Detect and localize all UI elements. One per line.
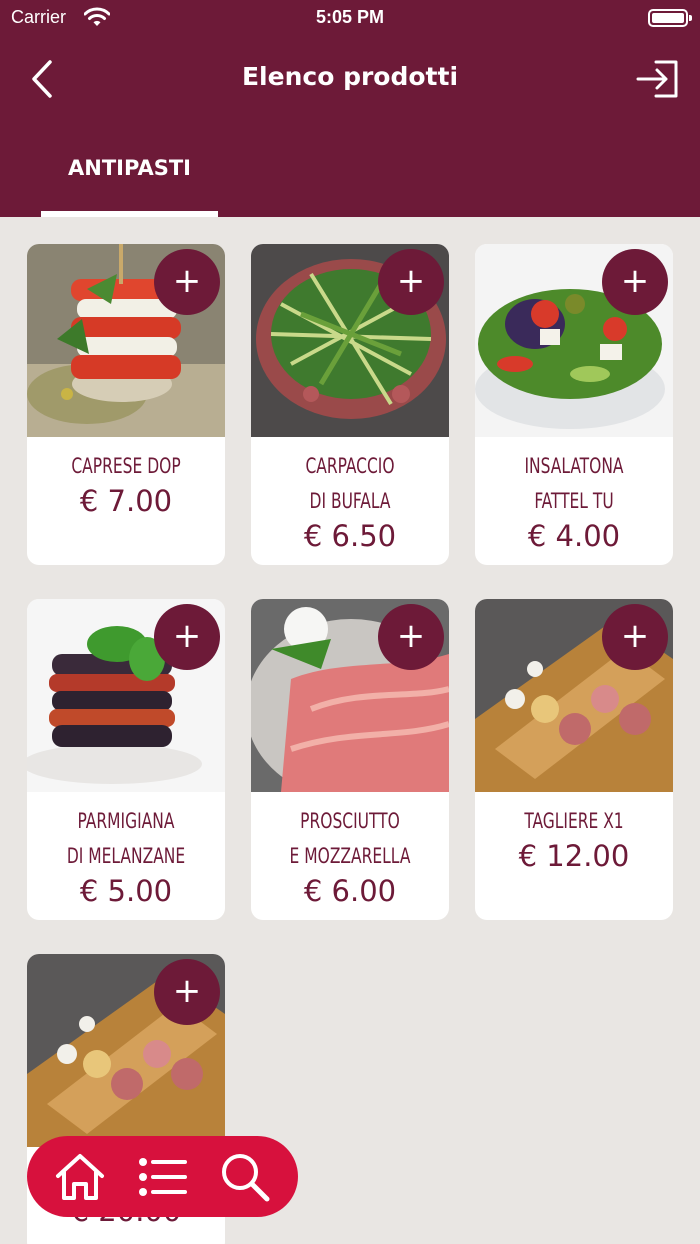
product-name: CAPRESE DOP: [71, 454, 181, 478]
add-to-cart-button[interactable]: +: [154, 604, 220, 670]
search-icon[interactable]: [217, 1150, 273, 1204]
product-price: € 4.00: [527, 519, 621, 553]
list-icon[interactable]: [135, 1150, 191, 1204]
battery-icon: [648, 9, 692, 27]
product-name: CARPACCIO DI BUFALA: [305, 454, 395, 513]
product-name: INSALATONA FATTEL TU: [524, 454, 624, 513]
page-title: Elenco prodotti: [241, 62, 459, 91]
product-card[interactable]: + CAPRESE DOP € 7.00: [27, 244, 225, 565]
login-icon[interactable]: [636, 60, 680, 98]
product-price: € 6.50: [303, 519, 397, 553]
add-to-cart-button[interactable]: +: [602, 249, 668, 315]
product-card[interactable]: + PROSCIUTTO E MOZZARELLA € 6.00: [251, 599, 449, 920]
tab-antipasti[interactable]: ANTIPASTI: [41, 150, 218, 217]
product-name: PROSCIUTTO E MOZZARELLA: [289, 809, 411, 868]
product-name: PARMIGIANA DI MELANZANE: [66, 809, 186, 868]
clock: 5:05 PM: [315, 7, 385, 27]
product-price: € 7.00: [79, 484, 173, 518]
app-header: Carrier 5:05 PM Elenco prodotti ANTIPAST…: [0, 0, 700, 217]
status-bar: Carrier 5:05 PM: [0, 0, 700, 36]
product-card[interactable]: + TAGLIERE X1 € 12.00: [475, 599, 673, 920]
product-card[interactable]: + INSALATONA FATTEL TU € 4.00: [475, 244, 673, 565]
product-name: TAGLIERE X1: [524, 809, 624, 833]
product-card[interactable]: + CARPACCIO DI BUFALA € 6.50: [251, 244, 449, 565]
bottom-nav: [27, 1136, 298, 1217]
tab-label: ANTIPASTI: [68, 156, 191, 180]
product-price: € 12.00: [518, 839, 630, 873]
tab-active-indicator: [41, 211, 218, 217]
product-price: € 6.00: [303, 874, 397, 908]
product-card[interactable]: + PARMIGIANA DI MELANZANE € 5.00: [27, 599, 225, 920]
product-price: € 5.00: [79, 874, 173, 908]
add-to-cart-button[interactable]: +: [154, 959, 220, 1025]
add-to-cart-button[interactable]: +: [602, 604, 668, 670]
add-to-cart-button[interactable]: +: [154, 249, 220, 315]
home-icon[interactable]: [52, 1150, 108, 1204]
add-to-cart-button[interactable]: +: [378, 249, 444, 315]
add-to-cart-button[interactable]: +: [378, 604, 444, 670]
